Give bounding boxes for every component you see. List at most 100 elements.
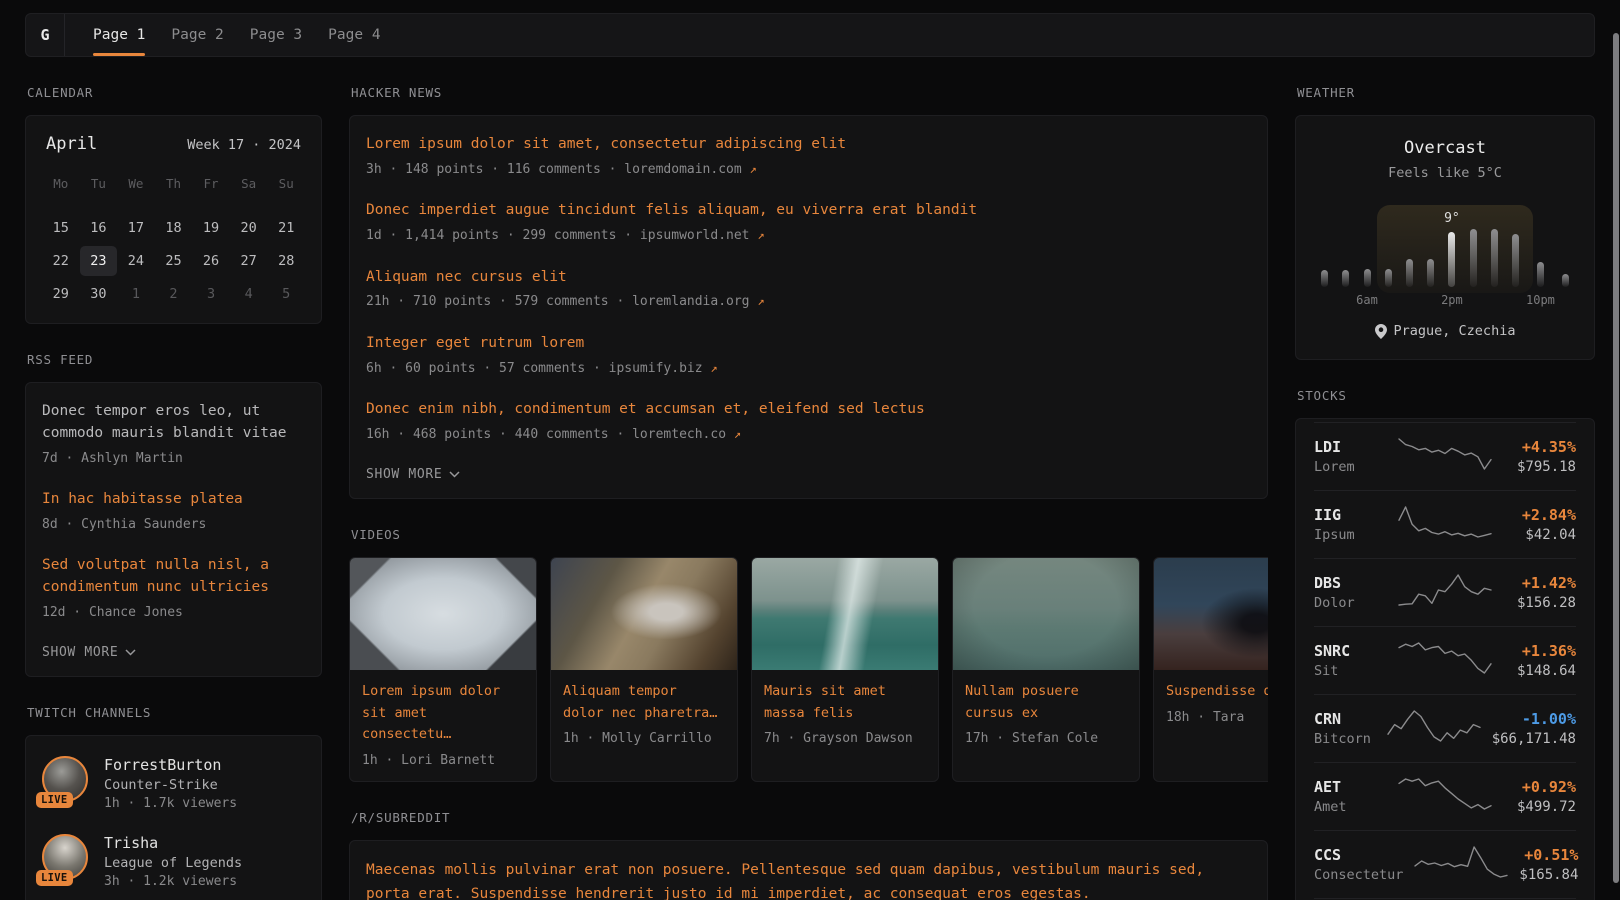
calendar-day[interactable]: 17 <box>117 213 155 243</box>
calendar-dow: Sa <box>230 170 268 197</box>
video-title[interactable]: Nullam posuere cursus ex <box>965 681 1127 724</box>
video-title[interactable]: Mauris sit amet massa felis <box>764 681 926 724</box>
middle-column: HACKER NEWS Lorem ipsum dolor sit amet, … <box>349 57 1268 900</box>
stocks-widget: LDI Lorem +4.35% $795.18 IIG Ipsum <box>1295 418 1595 900</box>
weather-temp-label: 9° <box>1444 211 1460 227</box>
stock-ticker[interactable]: CRN <box>1314 710 1376 728</box>
video-thumbnail[interactable] <box>551 558 737 670</box>
external-link-icon[interactable]: ↗ <box>757 228 764 242</box>
weather-temp-bar <box>1562 274 1569 287</box>
weather-hour-cell[interactable] <box>1505 205 1526 309</box>
calendar-day[interactable]: 15 <box>42 213 80 243</box>
weather-hour-cell[interactable] <box>1420 205 1441 309</box>
stock-name: Ipsum <box>1314 527 1387 543</box>
rss-list: Donec tempor eros leo, ut commodo mauris… <box>42 401 305 622</box>
external-link-icon[interactable]: ↗ <box>710 361 717 375</box>
rss-item-title[interactable]: Sed volutpat nulla nisl, a condimentum n… <box>42 555 305 599</box>
external-link-icon[interactable]: ↗ <box>750 162 757 176</box>
rss-item-title[interactable]: Donec tempor eros leo, ut commodo mauris… <box>42 401 305 445</box>
calendar-day[interactable]: 27 <box>230 246 268 276</box>
page-tab[interactable]: Page 3 <box>250 14 302 56</box>
page-tab[interactable]: Page 1 <box>93 14 145 56</box>
calendar-day[interactable]: 29 <box>42 279 80 309</box>
video-thumbnail[interactable] <box>752 558 938 670</box>
hn-item-title[interactable]: Aliquam nec cursus elit <box>366 267 1251 289</box>
rss-item-title[interactable]: In hac habitasse platea <box>42 489 305 511</box>
calendar-day[interactable]: 4 <box>230 279 268 309</box>
channel-name[interactable]: ForrestBurton <box>104 756 237 774</box>
video-meta: 1h · Lori Barnett <box>362 753 524 768</box>
stock-ticker[interactable]: IIG <box>1314 506 1387 524</box>
video-title[interactable]: Aliquam tempor dolor nec pharetra… <box>563 681 725 724</box>
rss-show-more-button[interactable]: SHOW MORE <box>42 643 305 662</box>
weather-temp-bar <box>1512 234 1519 287</box>
calendar-day[interactable]: 23 <box>80 246 118 276</box>
stock-ticker[interactable]: DBS <box>1314 574 1387 592</box>
hn-item-title[interactable]: Donec enim nibh, condimentum et accumsan… <box>366 399 1251 421</box>
calendar-section-label: CALENDAR <box>27 85 322 100</box>
stock-ticker[interactable]: CCS <box>1314 846 1403 864</box>
stock-ticker[interactable]: LDI <box>1314 438 1387 456</box>
hn-item-title[interactable]: Donec imperdiet augue tincidunt felis al… <box>366 200 1251 222</box>
weather-feels-like: Feels like 5°C <box>1312 165 1578 181</box>
weather-hour-cell[interactable] <box>1484 205 1505 309</box>
dashboard-page: G Page 1 Page 2 Page 3 Page 4 <box>0 0 1620 900</box>
external-link-icon[interactable]: ↗ <box>757 294 764 308</box>
stock-ticker[interactable]: AET <box>1314 778 1387 796</box>
video-title[interactable]: Suspendisse diam <box>1166 681 1268 703</box>
weather-hour-cell[interactable]: 6am <box>1356 205 1378 309</box>
channel-category: League of Legends <box>104 855 242 871</box>
video-thumbnail[interactable] <box>953 558 1139 670</box>
weather-hour-cell[interactable] <box>1314 205 1335 309</box>
weather-hour-cell[interactable] <box>1555 205 1576 309</box>
stock-change: +4.35% <box>1503 438 1576 456</box>
video-title[interactable]: Lorem ipsum dolor sit amet consectetu… <box>362 681 524 746</box>
calendar-dow: Tu <box>80 170 118 197</box>
calendar-day[interactable]: 24 <box>117 246 155 276</box>
calendar-day[interactable]: 1 <box>117 279 155 309</box>
page-scrollbar[interactable] <box>1612 0 1620 900</box>
calendar-day[interactable]: 30 <box>80 279 118 309</box>
external-link-icon[interactable]: ↗ <box>734 427 741 441</box>
weather-hour-cell[interactable]: 10pm <box>1526 205 1555 309</box>
subreddit-post-title[interactable]: Maecenas mollis pulvinar erat non posuer… <box>366 859 1251 900</box>
weather-hour-cell[interactable] <box>1399 205 1420 309</box>
calendar-day[interactable]: 26 <box>192 246 230 276</box>
left-column: CALENDAR April Week 17 · 2024 Mo Tu We T… <box>25 57 322 900</box>
weather-hour-cell[interactable] <box>1463 205 1484 309</box>
calendar-day[interactable]: 21 <box>267 213 305 243</box>
stock-row: DBS Dolor +1.42% $156.28 <box>1314 558 1576 626</box>
page-tab[interactable]: Page 2 <box>171 14 223 56</box>
calendar-day[interactable]: 3 <box>192 279 230 309</box>
stock-change: +1.36% <box>1503 642 1576 660</box>
video-thumbnail[interactable] <box>1154 558 1268 670</box>
weather-hour-cell[interactable]: 9° 2pm <box>1441 205 1463 309</box>
calendar-day[interactable]: 20 <box>230 213 268 243</box>
channel-name[interactable]: Trisha <box>104 834 242 852</box>
calendar-day[interactable]: 25 <box>155 246 193 276</box>
hn-item-title[interactable]: Lorem ipsum dolor sit amet, consectetur … <box>366 134 1251 156</box>
page-tab[interactable]: Page 4 <box>328 14 380 56</box>
hn-show-more-button[interactable]: SHOW MORE <box>366 465 1251 484</box>
weather-hour-cell[interactable] <box>1378 205 1399 309</box>
rss-widget: Donec tempor eros leo, ut commodo mauris… <box>25 382 322 677</box>
calendar-day[interactable]: 16 <box>80 213 118 243</box>
weather-hour-cell[interactable] <box>1335 205 1356 309</box>
weather-condition: Overcast <box>1312 138 1578 158</box>
video-card: Aliquam tempor dolor nec pharetra… 1h · … <box>550 557 738 782</box>
weather-location[interactable]: Prague, Czechia <box>1394 323 1516 339</box>
calendar-day[interactable]: 2 <box>155 279 193 309</box>
calendar-dow: Th <box>155 170 193 197</box>
hn-item-title[interactable]: Integer eget rutrum lorem <box>366 333 1251 355</box>
calendar-dow: Mo <box>42 170 80 197</box>
calendar-day[interactable]: 28 <box>267 246 305 276</box>
scrollbar-thumb[interactable] <box>1613 33 1619 883</box>
calendar-day[interactable]: 22 <box>42 246 80 276</box>
calendar-day[interactable]: 5 <box>267 279 305 309</box>
calendar-day[interactable]: 19 <box>192 213 230 243</box>
calendar-day[interactable]: 18 <box>155 213 193 243</box>
stock-price: $42.04 <box>1503 527 1576 543</box>
chevron-down-icon <box>125 649 136 656</box>
stock-ticker[interactable]: SNRC <box>1314 642 1387 660</box>
video-thumbnail[interactable] <box>350 558 536 670</box>
